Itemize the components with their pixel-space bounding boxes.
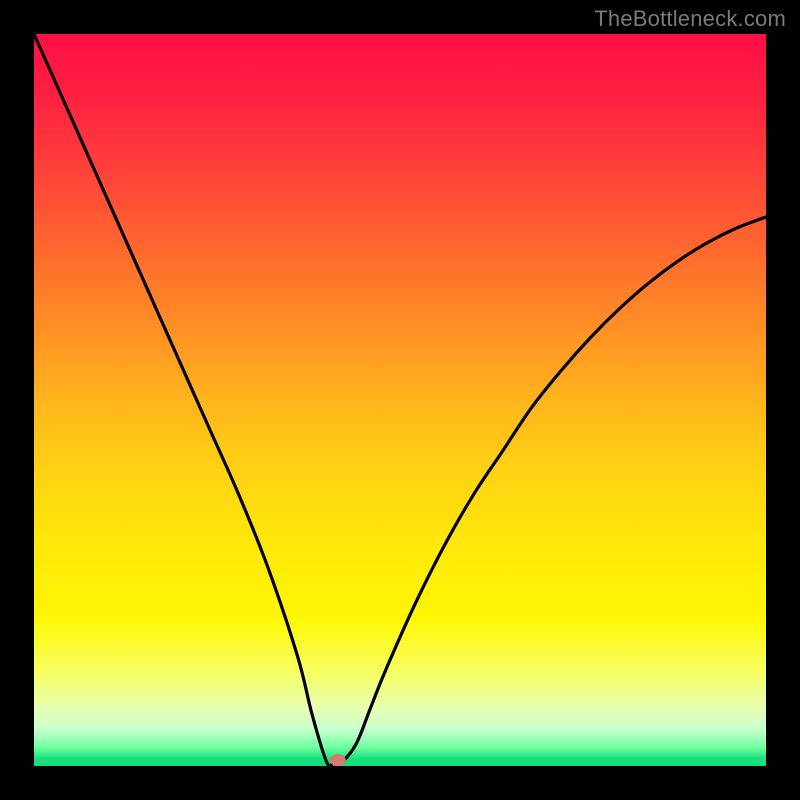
curve-layer — [34, 34, 766, 766]
optimum-marker — [330, 754, 346, 766]
chart-frame: TheBottleneck.com — [0, 0, 800, 800]
bottleneck-curve — [34, 34, 766, 766]
watermark-text: TheBottleneck.com — [594, 6, 786, 32]
